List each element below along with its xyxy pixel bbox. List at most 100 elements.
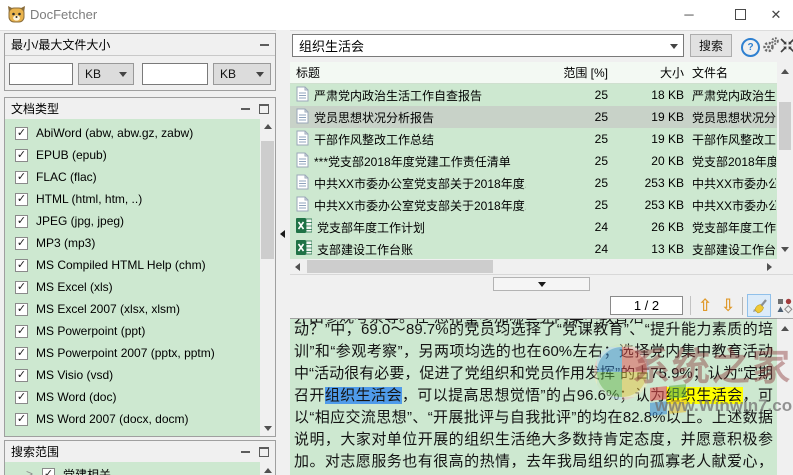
doctype-scrollbar[interactable] <box>260 119 275 436</box>
scope-panel-header[interactable]: 搜索范围 <box>5 441 275 463</box>
highlighting-toggle-button[interactable] <box>747 294 771 317</box>
collapse-section-icon[interactable] <box>260 43 269 46</box>
checkbox-checked-icon[interactable]: ✓ <box>15 148 28 162</box>
table-row[interactable]: 干部作风整改工作总结 25 19 KB 干部作风整改工 <box>290 128 777 150</box>
doctype-item[interactable]: ✓ EPUB (epub) <box>6 144 261 166</box>
checkbox-checked-icon[interactable]: ✓ <box>15 390 28 404</box>
doctype-item[interactable]: ✓ FLAC (flac) <box>6 166 261 188</box>
scroll-up-icon[interactable] <box>777 321 792 336</box>
collapse-section-icon[interactable] <box>241 450 250 453</box>
preview-pane[interactable]: 外出参观考察等。在“您希望参加哪些党内集中教育活 动？”中，69.0～89.7%… <box>290 318 777 475</box>
checkbox-checked-icon[interactable]: ✓ <box>15 258 28 272</box>
table-row[interactable]: 支部建设工作台账 24 13 KB 支部建设工作台 <box>290 238 777 260</box>
checkbox-checked-icon[interactable]: ✓ <box>15 302 28 316</box>
search-button[interactable]: 搜索 <box>690 34 732 57</box>
checkbox-checked-icon[interactable]: ✓ <box>15 412 28 426</box>
results-hscrollbar[interactable] <box>290 259 777 274</box>
max-size-unit-select[interactable]: KB <box>213 63 271 85</box>
doctype-item[interactable]: ✓ MS Word 2007 (docx, docm) <box>6 408 261 430</box>
doctype-item[interactable]: ✓ MS Visio (vsd) <box>6 364 261 386</box>
preview-text: 动？”中，69.0～89.7%的党员均选择了“党课教育”、“提升能力素质的培训”… <box>294 321 773 470</box>
checkbox-checked-icon[interactable]: ✓ <box>15 214 28 228</box>
toolbar-divider <box>690 296 691 315</box>
preferences-gear-icon[interactable] <box>762 36 780 57</box>
scroll-up-icon[interactable] <box>260 463 275 475</box>
checkbox-checked-icon[interactable]: ✓ <box>15 346 28 360</box>
search-history-chevron-icon[interactable] <box>670 44 678 49</box>
doctype-item[interactable]: ✓ MS Powerpoint (ppt) <box>6 320 261 342</box>
result-title: 中共XX市委办公室党支部关于2018年度... <box>314 176 526 191</box>
scope-item[interactable]: > ✓ 党建相关 <box>6 463 259 475</box>
col-header-title[interactable]: 标题 <box>296 62 526 83</box>
table-row[interactable]: 党支部年度工作计划 24 26 KB 党支部年度工作 <box>290 216 777 238</box>
results-vscrollbar[interactable] <box>777 62 793 258</box>
previous-match-icon[interactable]: ⇧ <box>698 297 712 314</box>
table-row-selected[interactable]: 党员思想状况分析报告 25 19 KB 党员思想状况分 <box>290 106 777 128</box>
chevron-down-icon <box>119 71 127 77</box>
maximize-button[interactable] <box>723 0 757 29</box>
result-filename: 严肃党内政治生 <box>692 88 776 103</box>
doctype-item[interactable]: ✓ AbiWord (abw, abw.gz, zabw) <box>6 122 261 144</box>
close-button[interactable]: ✕ <box>759 0 793 29</box>
help-icon[interactable]: ? <box>741 38 760 57</box>
doctype-item[interactable]: ✓ HTML (html, htm, ..) <box>6 188 261 210</box>
filesize-panel-header[interactable]: 最小/最大文件大小 <box>5 34 275 56</box>
restore-section-icon[interactable] <box>259 446 269 457</box>
restore-section-icon[interactable] <box>259 103 269 114</box>
page-indicator[interactable]: 1 / 2 <box>610 296 683 315</box>
tree-expander-icon[interactable]: > <box>26 467 33 475</box>
filesize-panel: 最小/最大文件大小 KB KB <box>4 33 276 91</box>
highlighter-brush-icon <box>753 298 767 313</box>
scroll-up-icon[interactable] <box>260 119 275 134</box>
doctype-item[interactable]: ✓ MS Compiled HTML Help (chm) <box>6 254 261 276</box>
sash-collapse-icon[interactable] <box>280 230 285 238</box>
checkbox-checked-icon[interactable]: ✓ <box>15 280 28 294</box>
checkbox-checked-icon[interactable]: ✓ <box>42 467 56 475</box>
table-row[interactable]: 中共XX市委办公室党支部关于2018年度... 25 253 KB 中共XX市委… <box>290 194 777 216</box>
table-row[interactable]: 中共XX市委办公室党支部关于2018年度... 25 253 KB 中共XX市委… <box>290 172 777 194</box>
doctype-item[interactable]: ✓ MS Excel 2007 (xlsx, xlsm) <box>6 298 261 320</box>
min-size-unit-select[interactable]: KB <box>78 63 134 85</box>
result-filename: 支部建设工作台 <box>692 242 776 257</box>
table-header: 标题 范围 [%] 大小 文件名 <box>290 62 777 84</box>
collapse-section-icon[interactable] <box>241 107 250 110</box>
col-header-size[interactable]: 大小 <box>612 62 684 83</box>
doctype-item[interactable]: ✓ MP3 (mp3) <box>6 232 261 254</box>
checkbox-checked-icon[interactable]: ✓ <box>15 192 28 206</box>
doctype-item[interactable]: ✓ JPEG (jpg, jpeg) <box>6 210 261 232</box>
scrollbar-thumb[interactable] <box>261 141 274 259</box>
collapse-preview-button[interactable] <box>493 277 590 291</box>
checkbox-checked-icon[interactable]: ✓ <box>15 126 28 140</box>
preview-mode-shapes-icon[interactable] <box>776 297 793 314</box>
col-header-score[interactable]: 范围 [%] <box>520 62 608 83</box>
min-size-input[interactable] <box>9 63 73 85</box>
next-match-icon[interactable]: ⇩ <box>721 297 735 314</box>
checkbox-checked-icon[interactable]: ✓ <box>15 170 28 184</box>
preview-scrollbar[interactable] <box>777 319 793 475</box>
doctype-item[interactable]: ✓ MS Excel (xls) <box>6 276 261 298</box>
doctype-item[interactable]: ✓ MS Word (doc) <box>6 386 261 408</box>
table-row[interactable]: 严肃党内政治生活工作自查报告 25 18 KB 严肃党内政治生 <box>290 84 777 106</box>
checkbox-checked-icon[interactable]: ✓ <box>15 324 28 338</box>
table-row[interactable]: ***党支部2018年度党建工作责任清单 25 20 KB 党支部2018年度 <box>290 150 777 172</box>
col-header-filename[interactable]: 文件名 <box>692 62 776 83</box>
max-size-input[interactable] <box>142 63 208 85</box>
doctype-panel-header[interactable]: 文档类型 <box>5 98 275 120</box>
doctype-item[interactable]: ✓ MS Powerpoint 2007 (pptx, pptm) <box>6 342 261 364</box>
scroll-left-icon[interactable] <box>290 259 305 274</box>
minimize-button[interactable]: ─ <box>672 0 706 29</box>
checkbox-checked-icon[interactable]: ✓ <box>15 236 28 250</box>
scroll-down-icon[interactable] <box>777 242 792 257</box>
scroll-right-icon[interactable] <box>762 259 777 274</box>
scrollbar-thumb[interactable] <box>779 102 791 150</box>
scroll-down-icon[interactable] <box>260 421 275 436</box>
doc-icon <box>296 152 309 171</box>
panel-sash[interactable] <box>276 30 290 475</box>
preview-toolbar <box>290 292 793 319</box>
scrollbar-thumb[interactable] <box>307 260 493 273</box>
checkbox-checked-icon[interactable]: ✓ <box>15 368 28 382</box>
search-input[interactable] <box>294 36 672 55</box>
scope-scrollbar[interactable] <box>260 462 275 475</box>
minimize-to-tray-icon[interactable] <box>780 38 793 56</box>
scroll-up-icon[interactable] <box>777 64 792 79</box>
